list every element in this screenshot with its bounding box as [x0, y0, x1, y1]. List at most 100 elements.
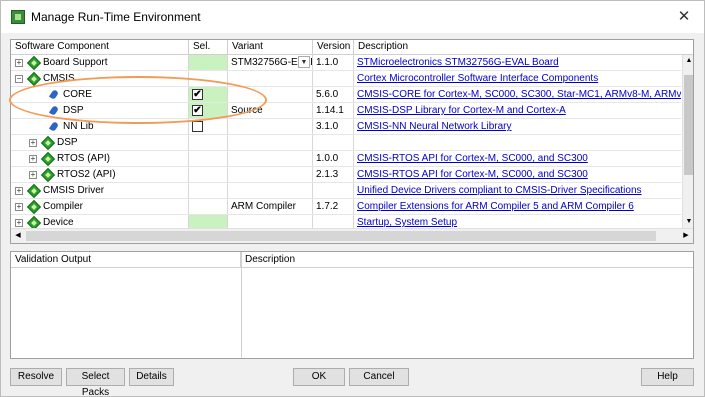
description-link[interactable]: CMSIS-CORE for Cortex-M, SC000, SC300, S…: [357, 89, 681, 100]
description-link[interactable]: CMSIS-RTOS API for Cortex-M, SC000, and …: [357, 153, 588, 164]
window-title: Manage Run-Time Environment: [31, 10, 201, 24]
sel-cell[interactable]: ✔: [189, 87, 228, 102]
description-link[interactable]: Startup, System Setup: [357, 217, 457, 228]
hscroll-thumb[interactable]: [26, 231, 656, 241]
scroll-right-icon[interactable]: ▶: [679, 229, 693, 243]
sel-cell[interactable]: [189, 55, 228, 70]
app-icon: [11, 10, 25, 24]
vertical-scrollbar[interactable]: ▲ ▼: [682, 55, 693, 228]
gem-icon: [40, 135, 56, 150]
gem-icon: [26, 183, 42, 198]
sel-cell[interactable]: [189, 135, 228, 150]
description-link[interactable]: STMicroelectronics STM32756G-EVAL Board: [357, 57, 559, 68]
expand-icon[interactable]: +: [29, 139, 37, 147]
component-cell[interactable]: + RTOS2 (API): [11, 167, 189, 182]
ok-button[interactable]: OK: [293, 368, 345, 386]
help-button[interactable]: Help: [641, 368, 694, 386]
expand-icon[interactable]: +: [15, 59, 23, 67]
component-row[interactable]: NN Lib 3.1.0 CMSIS-NN Neural Network Libra…: [11, 119, 681, 135]
component-cell[interactable]: + CMSIS Driver: [11, 183, 189, 198]
expand-icon[interactable]: +: [15, 187, 23, 195]
description-link[interactable]: Compiler Extensions for ARM Compiler 5 a…: [357, 201, 634, 212]
cancel-button[interactable]: Cancel: [349, 368, 409, 386]
scroll-up-icon[interactable]: ▲: [683, 55, 693, 67]
component-cell[interactable]: + DSP: [11, 135, 189, 150]
component-row[interactable]: + RTOS2 (API) 2.1.3 CMSIS-RTOS API for Cort…: [11, 167, 681, 183]
select-checkbox[interactable]: [192, 121, 203, 132]
variant-cell[interactable]: [228, 87, 313, 102]
description-cell: CMSIS-RTOS API for Cortex-M, SC000, and …: [354, 167, 681, 182]
component-cell[interactable]: + RTOS (API): [11, 151, 189, 166]
component-row[interactable]: DSP ✔ Source 1.14.1 CMSIS-DSP Library for Co…: [11, 103, 681, 119]
collapse-icon[interactable]: −: [15, 75, 23, 83]
version-cell: 1.7.2: [313, 199, 354, 214]
variant-cell[interactable]: STM32756G-EVAL ▼: [228, 55, 313, 70]
expand-icon[interactable]: +: [29, 171, 37, 179]
sel-cell[interactable]: [189, 199, 228, 214]
sel-cell[interactable]: [189, 151, 228, 166]
variant-cell[interactable]: [228, 167, 313, 182]
header-validation-description: Description: [241, 252, 693, 268]
variant-cell[interactable]: ARM Compiler: [228, 199, 313, 214]
pin-icon: [48, 105, 60, 116]
component-row[interactable]: + DSP: [11, 135, 681, 151]
component-row[interactable]: − CMSIS Cortex Microcontroller Software In…: [11, 71, 681, 87]
description-cell: STMicroelectronics STM32756G-EVAL Board: [354, 55, 681, 70]
variant-dropdown-icon[interactable]: ▼: [298, 56, 310, 68]
component-cell[interactable]: − CMSIS: [11, 71, 189, 86]
version-cell: 3.1.0: [313, 119, 354, 134]
details-button[interactable]: Details: [129, 368, 174, 386]
variant-cell[interactable]: [228, 71, 313, 86]
component-cell[interactable]: + Board Support: [11, 55, 189, 70]
description-link[interactable]: CMSIS-RTOS API for Cortex-M, SC000, and …: [357, 169, 588, 180]
close-button[interactable]: ✕: [674, 7, 694, 27]
component-label: Compiler: [43, 201, 84, 212]
header-version[interactable]: Version: [313, 40, 354, 55]
component-grid: Software Component Sel. Variant Version …: [10, 39, 694, 244]
component-row[interactable]: + RTOS (API) 1.0.0 CMSIS-RTOS API for Corte…: [11, 151, 681, 167]
variant-cell[interactable]: Source: [228, 103, 313, 118]
sel-cell[interactable]: [189, 71, 228, 86]
version-cell: [313, 183, 354, 198]
sel-cell[interactable]: [189, 167, 228, 182]
component-row[interactable]: + CMSIS Driver Unified Device Drivers comp…: [11, 183, 681, 199]
sel-cell[interactable]: [189, 183, 228, 198]
description-cell: Compiler Extensions for ARM Compiler 5 a…: [354, 199, 681, 214]
expand-icon[interactable]: +: [15, 219, 23, 227]
select-checkbox[interactable]: ✔: [192, 89, 203, 100]
component-cell[interactable]: + Compiler: [11, 199, 189, 214]
variant-cell[interactable]: [228, 119, 313, 134]
component-cell[interactable]: CORE: [11, 87, 189, 102]
header-software-component[interactable]: Software Component: [11, 40, 189, 55]
header-description[interactable]: Description: [354, 40, 693, 55]
horizontal-scrollbar[interactable]: ◀ ▶: [11, 228, 693, 243]
scroll-down-icon[interactable]: ▼: [683, 216, 693, 228]
component-row[interactable]: + Board Support STM32756G-EVAL ▼ 1.1.0 STMicr…: [11, 55, 681, 71]
component-row[interactable]: + Compiler ARM Compiler 1.7.2 Compiler Exten…: [11, 199, 681, 215]
scroll-left-icon[interactable]: ◀: [11, 229, 25, 243]
expand-icon[interactable]: +: [15, 203, 23, 211]
description-link[interactable]: CMSIS-DSP Library for Cortex-M and Corte…: [357, 105, 566, 116]
sel-cell[interactable]: [189, 119, 228, 134]
variant-cell[interactable]: [228, 151, 313, 166]
component-cell[interactable]: NN Lib: [11, 119, 189, 134]
description-link[interactable]: CMSIS-NN Neural Network Library: [357, 121, 511, 132]
component-row[interactable]: CORE ✔ 5.6.0 CMSIS-CORE for Cortex-M, SC000…: [11, 87, 681, 103]
header-sel[interactable]: Sel.: [189, 40, 228, 55]
header-validation-output: Validation Output: [11, 252, 241, 268]
description-cell: CMSIS-DSP Library for Cortex-M and Corte…: [354, 103, 681, 118]
variant-cell[interactable]: [228, 135, 313, 150]
select-packs-button[interactable]: Select Packs: [66, 368, 125, 397]
component-cell[interactable]: DSP: [11, 103, 189, 118]
resolve-button[interactable]: Resolve: [10, 368, 62, 386]
scroll-thumb[interactable]: [684, 75, 693, 175]
expand-icon[interactable]: +: [29, 155, 37, 163]
column-divider: [241, 252, 242, 358]
description-link[interactable]: Cortex Microcontroller Software Interfac…: [357, 73, 598, 84]
header-variant[interactable]: Variant: [228, 40, 313, 55]
select-checkbox[interactable]: ✔: [192, 105, 203, 116]
sel-cell[interactable]: ✔: [189, 103, 228, 118]
variant-cell[interactable]: [228, 183, 313, 198]
description-link[interactable]: Unified Device Drivers compliant to CMSI…: [357, 185, 642, 196]
description-cell: Cortex Microcontroller Software Interfac…: [354, 71, 681, 86]
